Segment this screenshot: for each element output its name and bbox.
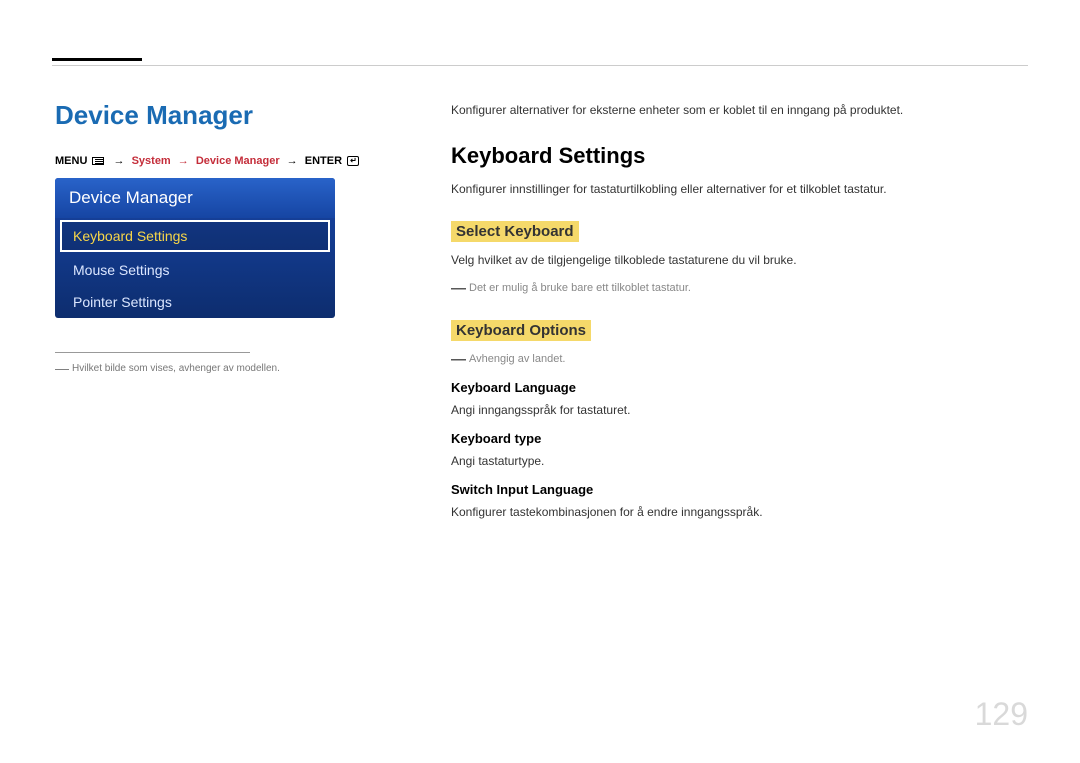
arrow-icon: → (287, 155, 298, 167)
breadcrumb-enter-label: ENTER (305, 155, 342, 167)
panel-note-rule (55, 352, 250, 353)
note-text: Avhengig av landet. (469, 353, 565, 365)
heading-keyboard-settings: Keyboard Settings (451, 143, 1025, 169)
breadcrumb: MENU → System → Device Manager → ENTER (55, 155, 361, 167)
keyboard-type-desc: Angi tastaturtype. (451, 453, 1025, 470)
header-rule (52, 65, 1028, 66)
intro-text: Konfigurer alternativer for eksterne enh… (451, 102, 1025, 119)
heading-select-keyboard: Select Keyboard (451, 221, 579, 242)
device-manager-panel: Device Manager Keyboard Settings Mouse S… (55, 178, 335, 318)
menu-icon (92, 157, 104, 165)
panel-note-text: Hvilket bilde som vises, avhenger av mod… (72, 363, 280, 374)
heading-keyboard-options: Keyboard Options (451, 320, 591, 341)
note-text: Det er mulig å bruke bare ett tilkoblet … (469, 282, 691, 294)
breadcrumb-system: System (132, 155, 171, 167)
keyboard-language-desc: Angi inngangsspråk for tastaturet. (451, 402, 1025, 419)
heading-switch-input-language: Switch Input Language (451, 482, 1025, 497)
panel-item-mouse-settings[interactable]: Mouse Settings (55, 254, 335, 286)
select-keyboard-note: ―Det er mulig å bruke bare ett tilkoblet… (451, 280, 1025, 297)
content-area: Konfigurer alternativer for eksterne enh… (451, 102, 1025, 533)
panel-note: ―Hvilket bilde som vises, avhenger av mo… (55, 360, 280, 376)
panel-item-keyboard-settings[interactable]: Keyboard Settings (60, 220, 330, 252)
panel-item-pointer-settings[interactable]: Pointer Settings (55, 286, 335, 318)
breadcrumb-menu-label: MENU (55, 155, 87, 167)
enter-icon (347, 156, 359, 166)
keyboard-options-note: ―Avhengig av landet. (451, 351, 1025, 368)
panel-header: Device Manager (55, 178, 335, 218)
breadcrumb-device-manager: Device Manager (196, 155, 280, 167)
heading-keyboard-type: Keyboard type (451, 431, 1025, 446)
select-keyboard-desc: Velg hvilket av de tilgjengelige tilkobl… (451, 252, 1025, 269)
arrow-icon: → (178, 155, 189, 167)
page-number: 129 (975, 696, 1028, 733)
header-accent-bar (52, 58, 142, 61)
page-title: Device Manager (55, 100, 253, 131)
switch-input-desc: Konfigurer tastekombinasjonen for å endr… (451, 504, 1025, 521)
arrow-icon: → (114, 155, 125, 167)
keyboard-settings-desc: Konfigurer innstillinger for tastaturtil… (451, 181, 1025, 198)
heading-keyboard-language: Keyboard Language (451, 380, 1025, 395)
